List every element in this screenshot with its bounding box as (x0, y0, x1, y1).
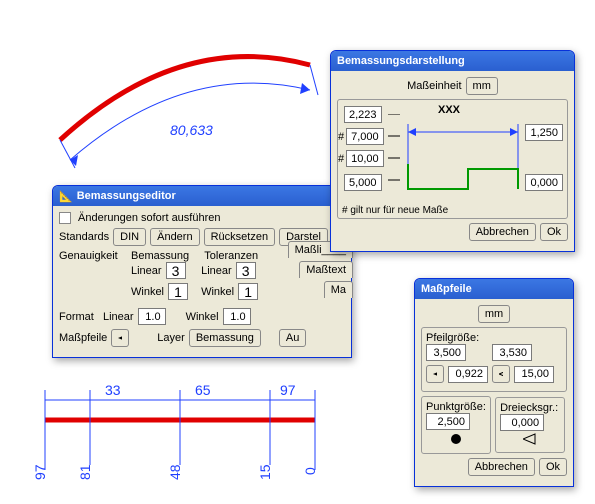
darstellung-cancel-button[interactable]: Abbrechen (469, 223, 536, 241)
masspfeile-ok-button[interactable]: Ok (539, 458, 567, 476)
masspfeile-label: Maßpfeile (59, 332, 107, 344)
darstellung-dialog: Bemassungsdarstellung Maßeinheit mm 2,22… (330, 50, 575, 252)
svg-text:97: 97 (280, 382, 296, 398)
tol-linear-field[interactable]: 3 (236, 262, 256, 279)
tol-winkel-field[interactable]: 1 (238, 283, 258, 300)
masspfeile-titlebar[interactable]: Maßpfeile (415, 279, 573, 299)
tab-ma[interactable]: Ma (324, 281, 353, 298)
layer-label: Layer (157, 332, 185, 344)
arrow-open-icon (499, 369, 503, 379)
darstellung-ok-button[interactable]: Ok (540, 223, 568, 241)
pf4-field[interactable]: 15,00 (514, 366, 554, 383)
arrow-open-button[interactable] (492, 365, 510, 383)
svg-text:81: 81 (77, 464, 93, 480)
masseinheit-label: Maßeinheit (407, 80, 461, 92)
pf1-field[interactable]: 3,500 (426, 344, 466, 361)
pf3-field[interactable]: 0,922 (448, 366, 488, 383)
din-button[interactable]: DIN (113, 228, 146, 246)
svg-text:15: 15 (257, 464, 273, 480)
auto-apply-label: Änderungen sofort ausführen (78, 212, 221, 224)
masspfeile-title: Maßpfeile (421, 283, 472, 295)
pf2-field[interactable]: 3,530 (492, 344, 532, 361)
dar-v1-field[interactable]: 2,223 (344, 106, 382, 123)
darstellung-mm-button[interactable]: mm (466, 77, 498, 95)
genauigkeit-label: Genauigkeit (59, 250, 127, 262)
arc-dim-value: 80,633 (170, 122, 213, 138)
tab-masstext[interactable]: Maßtext (299, 261, 353, 278)
standards-label: Standards (59, 231, 109, 243)
layer-button[interactable]: Bemassung (189, 329, 261, 347)
fmt-winkel-field[interactable]: 1.0 (223, 308, 251, 325)
svg-text:48: 48 (167, 464, 183, 480)
fmt-linear-field[interactable]: 1.0 (138, 308, 166, 325)
editor-title: Bemassungseditor (77, 190, 176, 202)
ruecksetzen-button[interactable]: Rücksetzen (204, 228, 275, 246)
triangle-icon (523, 433, 537, 445)
bem-linear-field[interactable]: 3 (166, 262, 186, 279)
svg-text:0: 0 (302, 467, 318, 475)
editor-titlebar[interactable]: 📐 Bemassungseditor (53, 186, 351, 206)
punktgroesse-label: Punktgröße: (426, 401, 486, 413)
toleranzen-col-label: Toleranzen (201, 250, 258, 262)
editor-icon: 📐 (59, 190, 73, 203)
dar-v6-field[interactable]: 0,000 (525, 174, 563, 191)
chain-drawing: 33 65 97 97 81 48 15 0 (25, 380, 345, 490)
svg-text:33: 33 (105, 382, 121, 398)
au-button[interactable]: Au (279, 329, 306, 347)
arrow-closed-icon (433, 369, 437, 379)
auto-apply-checkbox[interactable] (59, 212, 71, 224)
arc-drawing: 80,633 (10, 10, 330, 200)
darstellung-diagram (388, 114, 528, 204)
dot-icon (449, 432, 463, 446)
bemassungseditor-dialog: 📐 Bemassungseditor Änderungen sofort aus… (52, 185, 352, 358)
hash-note: # gilt nur für neue Maße (342, 205, 448, 216)
svg-text:97: 97 (32, 464, 48, 480)
darstellung-title: Bemassungsdarstellung (337, 55, 465, 67)
dar-v3-field[interactable]: 10,00 (346, 150, 384, 167)
bem-winkel-field[interactable]: 1 (168, 283, 188, 300)
pfeilgroesse-label: Pfeilgröße: (426, 332, 562, 344)
masspfeile-dialog: Maßpfeile mm Pfeilgröße: 3,500 3,530 0,9… (414, 278, 574, 487)
aendern-button[interactable]: Ändern (150, 228, 199, 246)
masspfeile-style-button[interactable] (111, 329, 129, 347)
darstellung-titlebar[interactable]: Bemassungsdarstellung (331, 51, 574, 71)
arrow-left-icon (118, 333, 122, 343)
bemassung-col-label: Bemassung (131, 250, 189, 262)
format-label: Format (59, 311, 99, 323)
dreieck-field[interactable]: 0,000 (500, 414, 544, 431)
dar-v4-field[interactable]: 5,000 (344, 174, 382, 191)
masspfeile-mm-button[interactable]: mm (478, 305, 510, 323)
arrow-closed-button[interactable] (426, 365, 444, 383)
punkt-field[interactable]: 2,500 (426, 413, 470, 430)
dreieck-label: Dreiecksgr.: (500, 402, 560, 414)
dar-v5-field[interactable]: 1,250 (525, 124, 563, 141)
svg-text:65: 65 (195, 382, 211, 398)
dar-v2-field[interactable]: 7,000 (346, 128, 384, 145)
masspfeile-cancel-button[interactable]: Abbrechen (468, 458, 535, 476)
